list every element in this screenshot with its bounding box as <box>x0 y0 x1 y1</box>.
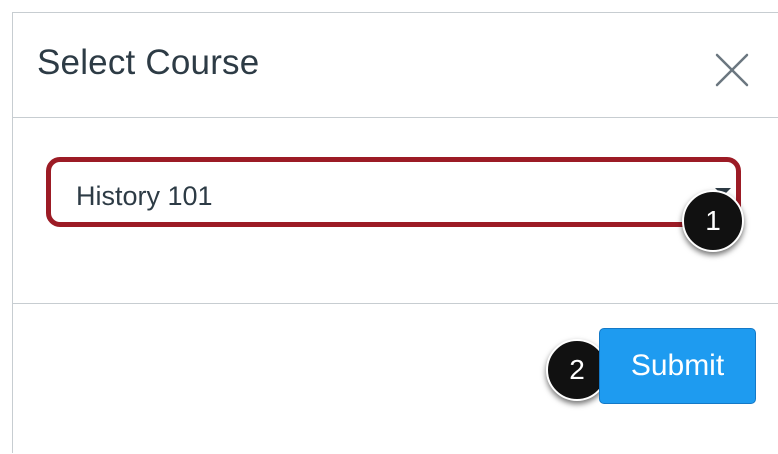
step-callout-1: 1 <box>682 190 744 252</box>
submit-button[interactable]: Submit <box>599 328 756 404</box>
close-icon <box>715 53 749 87</box>
dialog-footer: 2 Submit <box>13 304 778 454</box>
select-course-dialog: Select Course History 101 1 2 Submit <box>12 12 778 453</box>
selected-course-value: History 101 <box>76 181 213 211</box>
course-select-dropdown[interactable]: History 101 1 <box>46 157 744 252</box>
close-button[interactable] <box>713 51 751 89</box>
dialog-title: Select Course <box>37 43 260 82</box>
dialog-body: History 101 1 <box>13 118 778 304</box>
dialog-header: Select Course <box>13 13 778 118</box>
